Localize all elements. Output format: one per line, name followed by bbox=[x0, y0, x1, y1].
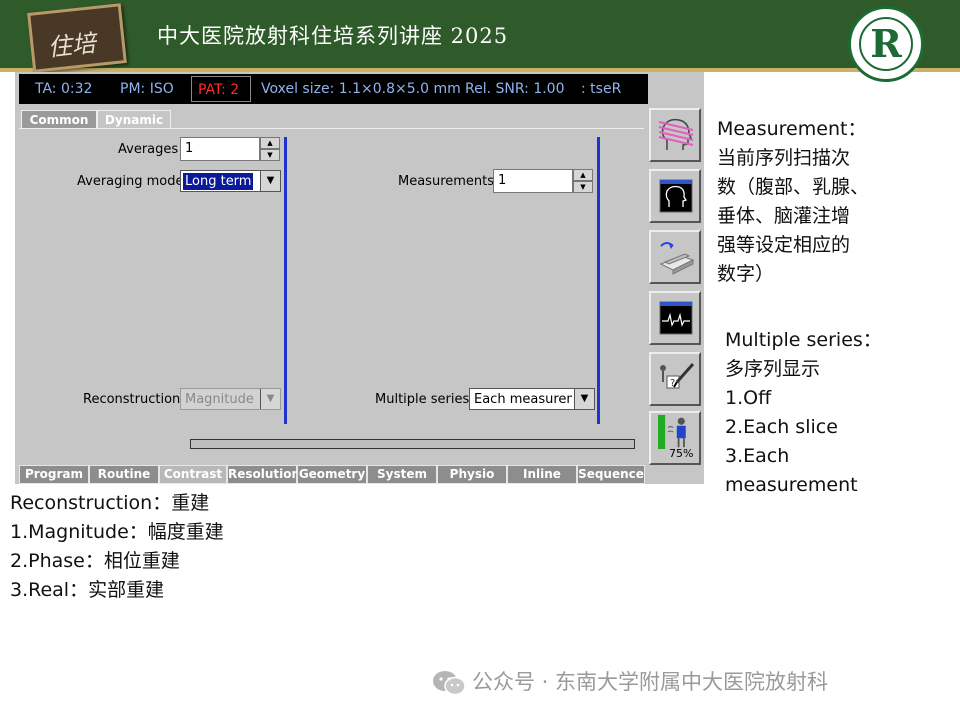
hospital-logo: R bbox=[848, 6, 924, 82]
tab-common[interactable]: Common bbox=[21, 110, 97, 128]
footer-watermark: 公众号 · 东南大学附属中大医院放射科 bbox=[472, 670, 829, 694]
note-line: 数（腹部、乳腺、 bbox=[717, 176, 870, 198]
logo-ring: R bbox=[859, 17, 913, 71]
column-divider bbox=[597, 137, 600, 424]
averages-label: Averages bbox=[118, 142, 179, 157]
note-line: 3.Each bbox=[725, 445, 790, 467]
note-line: 数字） bbox=[717, 263, 775, 285]
note-line: Multiple series： bbox=[725, 329, 882, 351]
note-line: 垂体、脑灌注增 bbox=[717, 205, 851, 227]
stepper-up-icon[interactable]: ▲ bbox=[260, 137, 280, 149]
note-line: 2.Phase：相位重建 bbox=[10, 550, 180, 572]
note-line: 强等设定相应的 bbox=[717, 234, 851, 256]
averaging-mode-select[interactable]: Long term ▼ bbox=[180, 170, 281, 192]
measurements-stepper[interactable]: ▲ ▼ bbox=[573, 169, 593, 193]
head-monitor-icon bbox=[659, 179, 693, 213]
note-line: 2.Each slice bbox=[725, 416, 838, 438]
reconstruction-value: Magnitude bbox=[185, 392, 254, 407]
tab-geometry[interactable]: Geometry bbox=[297, 465, 367, 484]
wechat-icon bbox=[433, 671, 466, 696]
multiple-series-select[interactable]: Each measurem ▼ bbox=[469, 388, 595, 410]
ta-readout: TA: 0:32 bbox=[35, 81, 93, 97]
image-viewer-button[interactable] bbox=[649, 169, 701, 223]
multiple-series-note: Multiple series： 多序列显示 1.Off 2.Each slic… bbox=[725, 326, 882, 500]
pm-readout: PM: ISO bbox=[120, 81, 174, 97]
snr-readout: Rel. SNR: 1.00 bbox=[465, 81, 565, 97]
note-line: Reconstruction：重建 bbox=[10, 492, 210, 514]
stepper-down-icon[interactable]: ▼ bbox=[260, 149, 280, 161]
reconstruction-label: Reconstruction bbox=[83, 392, 181, 407]
badge-text: 住培 bbox=[46, 29, 98, 63]
averaging-mode-label: Averaging mode bbox=[77, 174, 184, 189]
tab-resolution[interactable]: Resolution bbox=[227, 465, 300, 484]
person-help-pen-icon: ? bbox=[660, 363, 695, 389]
program-badge: 住培 bbox=[27, 3, 127, 73]
measurement-note: Measurement： 当前序列扫描次 数（腹部、乳腺、 垂体、脑灌注增 强等… bbox=[717, 115, 869, 289]
chevron-down-icon[interactable]: ▼ bbox=[260, 171, 280, 191]
patient-scan-icon bbox=[658, 415, 686, 449]
tab-dynamic[interactable]: Dynamic bbox=[97, 110, 171, 128]
note-line: 1.Magnitude：幅度重建 bbox=[10, 521, 224, 543]
scanner-protocol-panel: TA: 0:32 PM: ISO PAT: 2 Voxel size: 1.1×… bbox=[15, 72, 704, 484]
note-line: 1.Off bbox=[725, 387, 772, 409]
multiple-series-value: Each measurem bbox=[474, 392, 572, 407]
measurements-field[interactable]: 1 bbox=[493, 169, 573, 193]
averaging-mode-value: Long term bbox=[183, 173, 254, 190]
chevron-down-icon[interactable]: ▼ bbox=[574, 389, 594, 409]
head-localizer-button[interactable] bbox=[649, 108, 701, 162]
note-line: 3.Real：实部重建 bbox=[10, 579, 165, 601]
reconstruction-select[interactable]: Magnitude ▼ bbox=[180, 388, 281, 410]
tab-contrast[interactable]: Contrast bbox=[159, 465, 227, 484]
patient-table-icon bbox=[659, 242, 695, 275]
stepper-down-icon[interactable]: ▼ bbox=[573, 181, 593, 193]
note-line: measurement bbox=[725, 474, 858, 496]
status-bar: TA: 0:32 PM: ISO PAT: 2 Voxel size: 1.1×… bbox=[19, 74, 648, 104]
measurements-label: Measurements bbox=[398, 174, 495, 189]
tab-system[interactable]: System bbox=[367, 465, 437, 484]
stepper-up-icon[interactable]: ▲ bbox=[573, 169, 593, 181]
logo-letter: R bbox=[870, 21, 902, 66]
svg-text:?: ? bbox=[670, 378, 675, 389]
dynamic-tab-content: Averages 1 ▲ ▼ Averaging mode Long term … bbox=[19, 128, 644, 463]
pat-readout: PAT: 2 bbox=[198, 82, 240, 98]
sequence-readout: : tseR bbox=[581, 81, 622, 97]
progress-percent: 75% bbox=[669, 447, 694, 460]
averages-field[interactable]: 1 bbox=[180, 137, 260, 161]
voxel-readout: Voxel size: 1.1×0.8×5.0 mm bbox=[261, 81, 461, 97]
reconstruction-note: Reconstruction：重建 1.Magnitude：幅度重建 2.Pha… bbox=[10, 489, 224, 605]
tab-inline[interactable]: Inline bbox=[507, 465, 577, 484]
help-editor-button[interactable]: ? bbox=[649, 352, 701, 406]
pat-box: PAT: 2 bbox=[191, 76, 251, 102]
progress-bar bbox=[190, 439, 635, 449]
tab-routine[interactable]: Routine bbox=[89, 465, 159, 484]
averages-stepper[interactable]: ▲ ▼ bbox=[260, 137, 280, 161]
ecg-monitor-icon bbox=[659, 301, 693, 335]
multiple-series-label: Multiple series bbox=[375, 392, 470, 407]
page-title: 中大医院放射科住培系列讲座 2025 bbox=[157, 24, 509, 48]
note-line: 多序列显示 bbox=[725, 358, 821, 380]
physio-monitor-button[interactable] bbox=[649, 291, 701, 345]
tab-program[interactable]: Program bbox=[19, 465, 89, 484]
note-line: Measurement： bbox=[717, 118, 867, 140]
head-slices-icon bbox=[658, 118, 694, 150]
note-line: 当前序列扫描次 bbox=[717, 147, 851, 169]
tab-sequence[interactable]: Sequence bbox=[577, 465, 645, 484]
table-position-button[interactable] bbox=[649, 230, 701, 284]
exam-progress-button[interactable]: 75% bbox=[649, 411, 701, 465]
tab-physio[interactable]: Physio bbox=[437, 465, 507, 484]
column-divider bbox=[284, 137, 287, 424]
chevron-down-icon[interactable]: ▼ bbox=[260, 389, 280, 409]
